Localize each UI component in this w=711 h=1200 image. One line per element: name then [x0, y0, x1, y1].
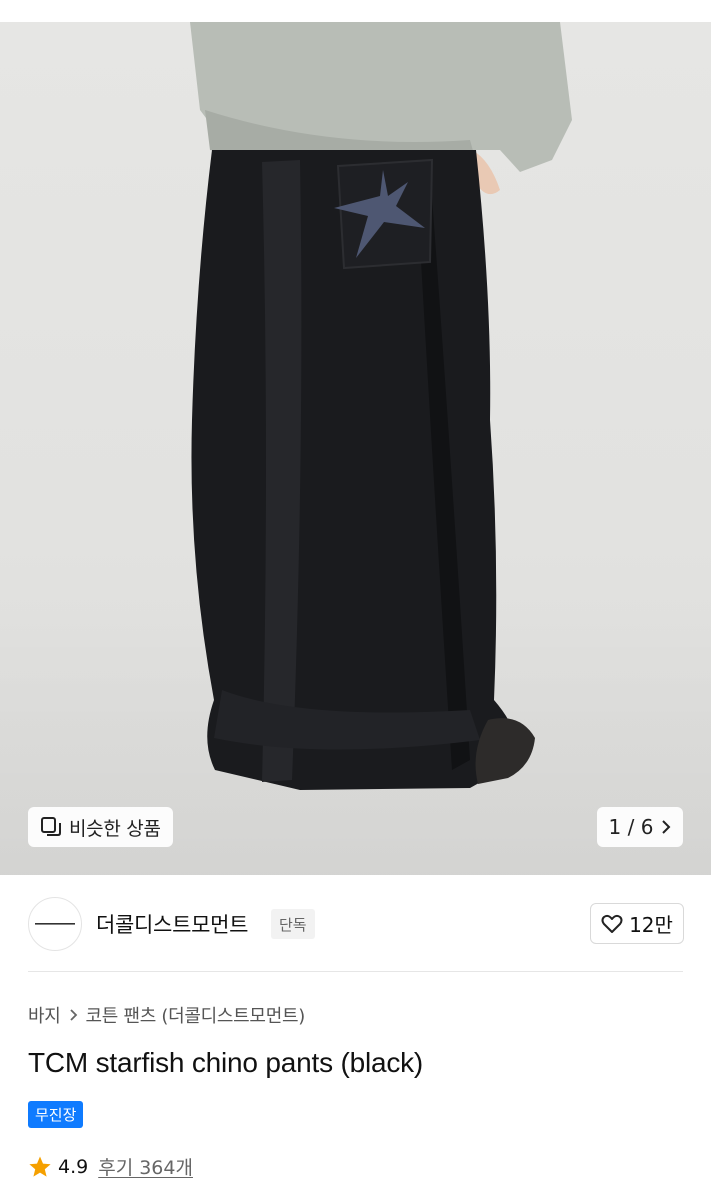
similar-icon: [41, 817, 61, 836]
breadcrumb-subcategory[interactable]: 코튼 팬츠 (더콜디스트모먼트): [86, 1002, 306, 1028]
chevron-right-icon: [69, 1009, 77, 1021]
similar-products-label: 비슷한 상품: [69, 817, 161, 840]
rating-value: 4.9: [58, 1155, 89, 1178]
breadcrumb: 바지 코튼 팬츠 (더콜디스트모먼트): [28, 1002, 305, 1028]
page-indicator: 1 / 6: [608, 815, 654, 839]
product-photo: [190, 22, 572, 790]
review-link[interactable]: 후기 364개: [98, 1153, 193, 1180]
image-pager-button[interactable]: 1 / 6: [597, 807, 683, 847]
like-count: 12만: [629, 913, 673, 937]
top-strip: [0, 0, 711, 22]
star-icon: [29, 1156, 51, 1177]
brand-logo-wordmark: [35, 923, 75, 925]
exclusive-tag: 단독: [271, 909, 315, 939]
divider: [28, 971, 683, 972]
heart-icon: [601, 914, 623, 933]
promo-badge: 무진장: [28, 1101, 84, 1128]
similar-products-button[interactable]: 비슷한 상품: [28, 807, 173, 847]
brand-row: 더콜디스트모먼트 단독 12만: [0, 875, 711, 972]
product-image-gallery[interactable]: 비슷한 상품 1 / 6: [0, 0, 711, 875]
rating-row: 4.9 후기 364개: [28, 1153, 193, 1180]
brand-logo[interactable]: [28, 897, 82, 951]
breadcrumb-category[interactable]: 바지: [28, 1002, 61, 1028]
brand-name[interactable]: 더콜디스트모먼트: [96, 909, 248, 939]
chevron-right-icon: [662, 820, 671, 834]
product-title: TCM starfish chino pants (black): [28, 1047, 424, 1078]
like-button[interactable]: 12만: [590, 903, 684, 944]
